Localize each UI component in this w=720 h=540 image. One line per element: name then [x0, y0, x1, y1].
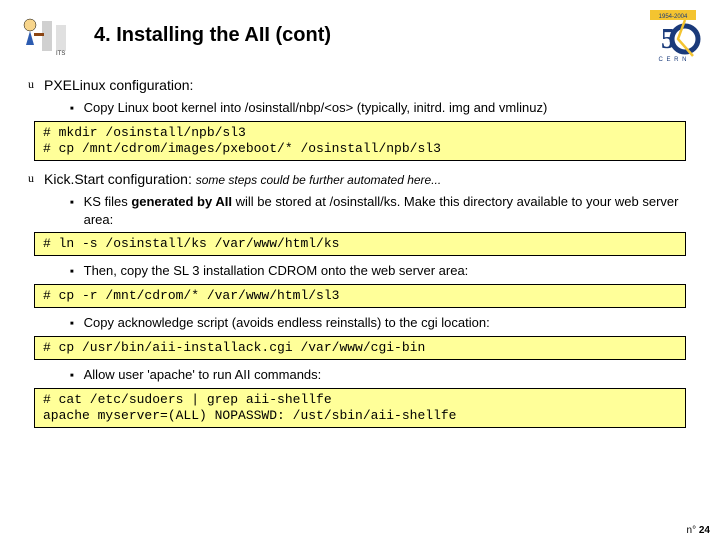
step-text: Copy acknowledge script (avoids endless …: [84, 314, 490, 332]
bullet-dot-icon: ■: [70, 314, 74, 332]
ks-step-cdrom: ■ Then, copy the SL 3 installation CDROM…: [70, 262, 700, 280]
slide-content: u PXELinux configuration: ■ Copy Linux b…: [0, 63, 720, 438]
code-sudoers: # cat /etc/sudoers | grep aii-shellfe ap…: [34, 388, 686, 429]
bullet-dot-icon: ■: [70, 366, 74, 384]
bullet-u-icon: u: [28, 77, 34, 93]
slide-title: 4. Installing the AII (cont): [94, 24, 626, 47]
step-text: Then, copy the SL 3 installation CDROM o…: [84, 262, 469, 280]
ks-step-apache: ■ Allow user 'apache' to run AII command…: [70, 366, 700, 384]
ks-step-ksfiles: ■ KS files generated by AII will be stor…: [70, 193, 700, 228]
bullet-dot-icon: ■: [70, 99, 74, 117]
step-text: Copy Linux boot kernel into /osinstall/n…: [84, 99, 548, 117]
section-heading: PXELinux configuration:: [44, 77, 193, 93]
cern-its-logo: ITS: [12, 11, 82, 61]
ks-step-ack: ■ Copy acknowledge script (avoids endles…: [70, 314, 700, 332]
section-pxelinux: u PXELinux configuration:: [28, 77, 700, 93]
slide-number: n° 24: [687, 525, 710, 536]
svg-text:C E R N: C E R N: [658, 57, 687, 63]
section-heading: Kick.Start configuration: some steps cou…: [44, 171, 441, 187]
cern-50-logo: 1954-2004 5 C E R N: [638, 8, 708, 63]
code-ln: # ln -s /osinstall/ks /var/www/html/ks: [34, 232, 686, 256]
code-mkdir-cp: # mkdir /osinstall/npb/sl3 # cp /mnt/cdr…: [34, 121, 686, 162]
code-cp-cgi: # cp /usr/bin/aii-installack.cgi /var/ww…: [34, 336, 686, 360]
svg-text:ITS: ITS: [56, 51, 65, 57]
bullet-u-icon: u: [28, 171, 34, 187]
section-kickstart: u Kick.Start configuration: some steps c…: [28, 171, 700, 187]
step-text: Allow user 'apache' to run AII commands:: [84, 366, 322, 384]
bullet-dot-icon: ■: [70, 193, 74, 228]
svg-text:1954-2004: 1954-2004: [659, 14, 688, 20]
pxe-step-copy-kernel: ■ Copy Linux boot kernel into /osinstall…: [70, 99, 700, 117]
bullet-dot-icon: ■: [70, 262, 74, 280]
slide-header: ITS 4. Installing the AII (cont) 1954-20…: [0, 0, 720, 63]
step-text: KS files generated by AII will be stored…: [84, 193, 700, 228]
code-cp-cdrom: # cp -r /mnt/cdrom/* /var/www/html/sl3: [34, 284, 686, 308]
